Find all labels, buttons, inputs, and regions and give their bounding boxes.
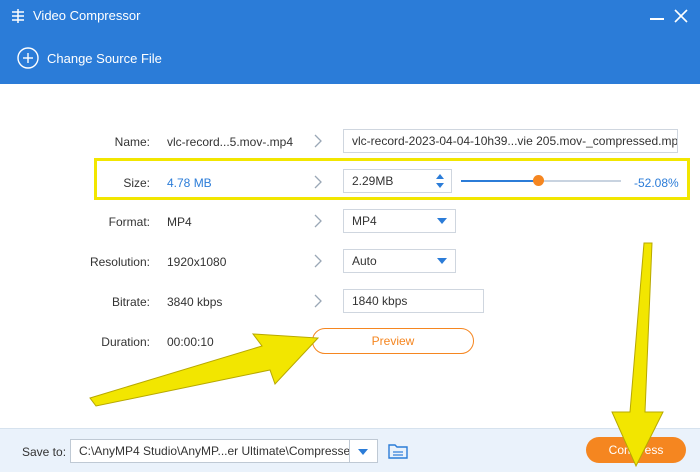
save-to-label: Save to: [22, 445, 67, 459]
plus-circle-icon[interactable] [17, 47, 39, 69]
chevron-right-icon [314, 214, 322, 228]
dropdown-arrow-icon [437, 258, 447, 264]
source-format-value: MP4 [167, 215, 192, 229]
output-size-field[interactable]: 2.29MB [343, 169, 452, 193]
chevron-right-icon [314, 294, 322, 308]
size-slider-handle[interactable] [532, 175, 544, 186]
bitrate-label: Bitrate: [111, 295, 150, 309]
resolution-select[interactable]: Auto [343, 249, 456, 273]
save-path-dropdown[interactable] [350, 439, 378, 463]
format-label: Format: [108, 215, 150, 229]
size-slider-fill [461, 180, 538, 182]
source-resolution-value: 1920x1080 [167, 255, 227, 269]
app-icon [12, 9, 24, 23]
size-slider[interactable] [461, 175, 621, 186]
format-select-value: MP4 [352, 214, 377, 228]
resolution-label: Resolution: [89, 255, 150, 269]
dropdown-arrow-icon [358, 449, 368, 455]
dropdown-arrow-icon [437, 218, 447, 224]
source-duration-value: 00:00:10 [167, 335, 214, 349]
window-title: Video Compressor [33, 8, 141, 23]
minimize-icon[interactable] [650, 18, 664, 20]
chevron-right-icon [314, 175, 322, 189]
close-icon[interactable] [672, 7, 690, 25]
compress-button[interactable]: Compress [586, 437, 686, 463]
format-select[interactable]: MP4 [343, 209, 456, 233]
duration-label: Duration: [101, 335, 150, 349]
change-source-file-button[interactable]: Change Source File [47, 51, 162, 66]
name-label: Name: [114, 135, 150, 149]
output-bitrate-field[interactable]: 1840 kbps [343, 289, 484, 313]
chevron-right-icon [314, 254, 322, 268]
preview-button[interactable]: Preview [312, 328, 474, 354]
output-size-value: 2.29MB [352, 174, 394, 188]
source-bitrate-value: 3840 kbps [167, 295, 223, 309]
chevron-right-icon [314, 134, 322, 148]
resolution-select-value: Auto [352, 254, 377, 268]
size-label: Size: [123, 176, 150, 190]
source-header: Change Source File [0, 32, 700, 84]
source-size-value: 4.78 MB [167, 176, 212, 190]
spinner-arrows-icon[interactable] [435, 173, 445, 189]
output-name-field[interactable]: vlc-record-2023-04-04-10h39...vie 205.mo… [343, 129, 678, 153]
size-percent-value: -52.08% [634, 176, 679, 190]
source-name-value: vlc-record...5.mov-.mp4 [167, 135, 294, 149]
title-bar: Video Compressor [0, 0, 700, 32]
save-path-field[interactable]: C:\AnyMP4 Studio\AnyMP...er Ultimate\Com… [70, 439, 350, 463]
folder-icon[interactable] [387, 441, 409, 461]
